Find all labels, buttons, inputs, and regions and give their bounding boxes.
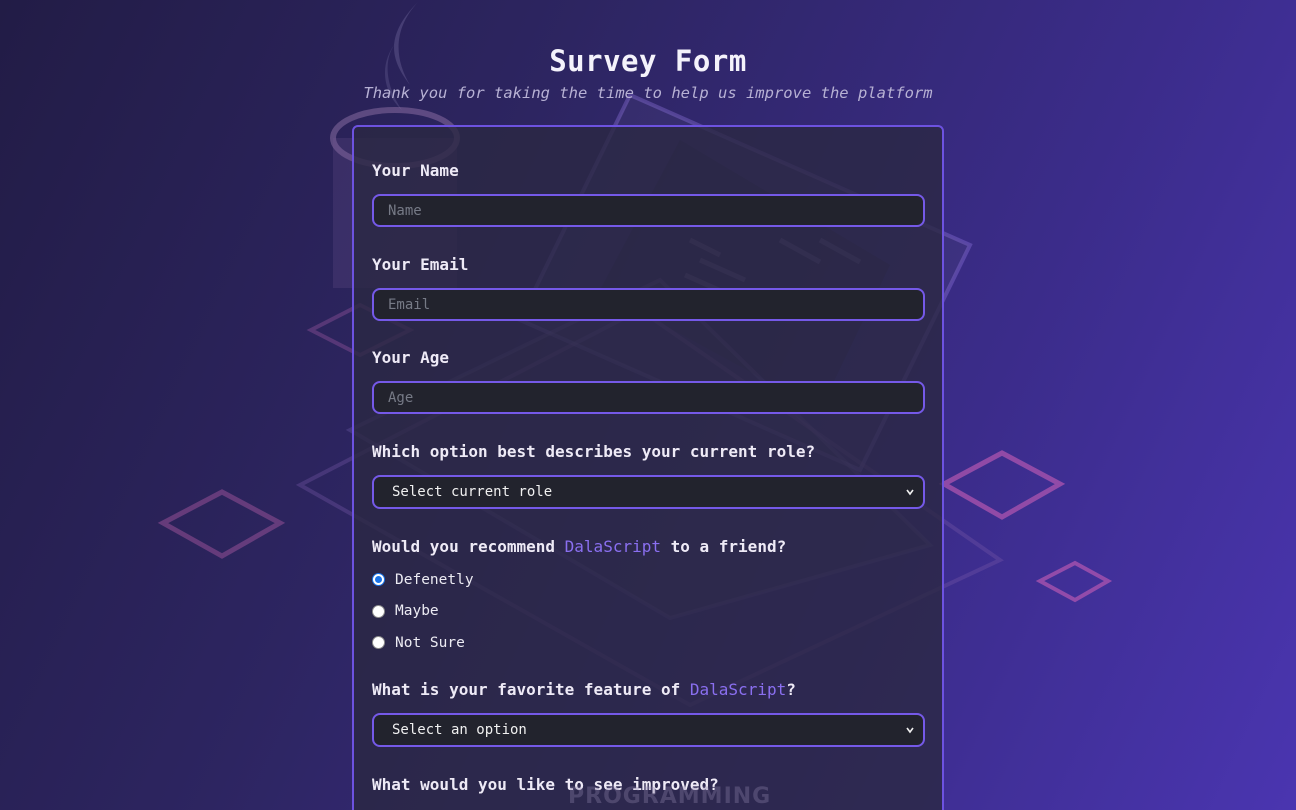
- radio-option-defenetly[interactable]: Defenetly: [372, 564, 786, 596]
- age-input[interactable]: [372, 381, 925, 414]
- brand-name: DalaScript: [564, 537, 661, 556]
- feature-field-group: What is your favorite feature of DalaScr…: [372, 680, 925, 747]
- radio-option-maybe[interactable]: Maybe: [372, 596, 786, 628]
- email-field-group: Your Email: [372, 255, 925, 321]
- role-field-group: Which option best describes your current…: [372, 442, 925, 509]
- recommend-field-group: Would you recommend DalaScript to a frie…: [372, 537, 786, 659]
- radio-label: Maybe: [395, 603, 439, 620]
- email-input[interactable]: [372, 288, 925, 321]
- page-header: Survey Form Thank you for taking the tim…: [0, 44, 1296, 102]
- name-field-group: Your Name: [372, 161, 925, 227]
- page-title: Survey Form: [549, 44, 747, 78]
- feature-select-value: Select an option: [392, 722, 527, 738]
- radio-label: Not Sure: [395, 634, 465, 651]
- radio-option-not-sure[interactable]: Not Sure: [372, 627, 786, 659]
- radio-button[interactable]: [372, 604, 385, 618]
- name-input[interactable]: [372, 194, 925, 227]
- role-select[interactable]: Select current role: [372, 475, 925, 509]
- radio-label: Defenetly: [395, 571, 474, 588]
- page-subtitle: Thank you for taking the time to help us…: [363, 84, 933, 102]
- chevron-down-icon: [906, 727, 914, 734]
- feature-select[interactable]: Select an option: [372, 713, 925, 747]
- radio-button-checked[interactable]: [372, 573, 385, 587]
- role-select-value: Select current role: [392, 484, 553, 500]
- recommend-label: Would you recommend DalaScript to a frie…: [372, 537, 787, 556]
- chevron-down-icon: [906, 489, 914, 496]
- email-label: Your Email: [372, 255, 469, 274]
- survey-form: Your Name Your Email Your Age Which opti…: [352, 125, 944, 810]
- background-watermark: PROGRAMMING: [568, 784, 772, 809]
- age-field-group: Your Age: [372, 348, 925, 414]
- radio-button[interactable]: [372, 636, 385, 650]
- feature-label: What is your favorite feature of DalaScr…: [372, 680, 796, 699]
- age-label: Your Age: [372, 348, 450, 367]
- role-label: Which option best describes your current…: [372, 442, 816, 461]
- name-label: Your Name: [372, 161, 459, 180]
- brand-name: DalaScript: [689, 680, 787, 699]
